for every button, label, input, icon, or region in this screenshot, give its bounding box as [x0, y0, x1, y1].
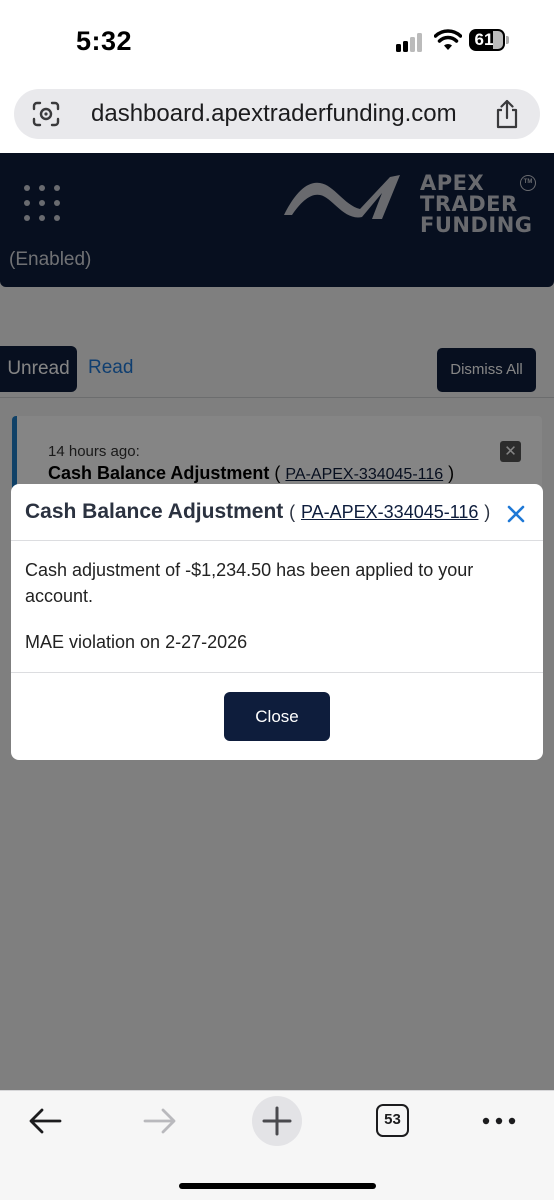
modal-title: Cash Balance Adjustment — [25, 500, 284, 523]
notification-modal: Cash Balance Adjustment ( PA-APEX-334045… — [11, 484, 543, 760]
url-text[interactable]: dashboard.apextraderfunding.com — [91, 100, 457, 128]
modal-close-paren: ) — [484, 502, 491, 522]
back-icon[interactable] — [28, 1107, 62, 1135]
modal-body: Cash adjustment of -$1,234.50 has been a… — [11, 541, 543, 673]
modal-title-row: Cash Balance Adjustment ( PA-APEX-334045… — [25, 500, 490, 524]
new-tab-button[interactable] — [252, 1096, 302, 1146]
modal-header: Cash Balance Adjustment ( PA-APEX-334045… — [11, 484, 543, 541]
signal-icon — [396, 32, 424, 52]
modal-open-paren: ( — [289, 502, 296, 522]
forward-icon — [143, 1108, 176, 1134]
battery-level: 61 — [474, 30, 494, 49]
address-bar[interactable]: dashboard.apextraderfunding.com — [14, 89, 540, 139]
more-icon[interactable] — [482, 1117, 516, 1125]
browser-toolbar: 53 — [0, 1090, 554, 1200]
close-button[interactable]: Close — [224, 692, 330, 741]
modal-account-link[interactable]: PA-APEX-334045-116 — [301, 502, 478, 522]
modal-message: Cash adjustment of -$1,234.50 has been a… — [25, 560, 474, 606]
home-indicator[interactable] — [179, 1183, 376, 1189]
battery-icon: 61 — [469, 29, 509, 51]
wifi-icon — [434, 29, 462, 50]
close-icon[interactable] — [507, 505, 525, 523]
tabs-icon[interactable]: 53 — [376, 1104, 409, 1137]
share-icon[interactable] — [494, 99, 520, 129]
status-time: 5:32 — [76, 26, 133, 56]
modal-note: MAE violation on 2-27-2026 — [25, 632, 248, 652]
new-tab-icon — [262, 1106, 292, 1136]
lens-icon[interactable] — [32, 101, 60, 127]
status-bar: 5:32 61 — [0, 0, 554, 84]
